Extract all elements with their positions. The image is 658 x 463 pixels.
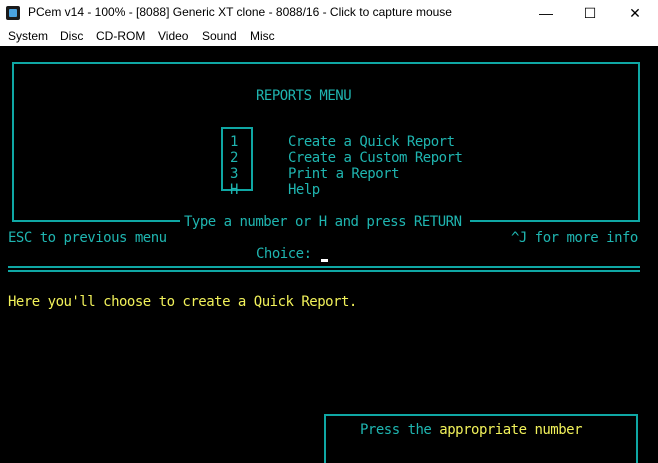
choice-label: Choice:: [256, 246, 312, 262]
separator-line-top: [8, 266, 640, 268]
esc-hint: ESC to previous menu: [8, 230, 167, 246]
menu-bar: System Disc CD-ROM Video Sound Misc: [0, 26, 658, 46]
minimize-button[interactable]: —: [524, 0, 568, 26]
footer-instruction: Type a number or H and press RETURN: [184, 214, 462, 230]
status-prompt-highlight: appropriate number: [439, 422, 583, 438]
status-prompt-lead: Press the: [360, 422, 440, 438]
separator-line-bottom: [8, 270, 640, 272]
option-key-3: 3: [230, 166, 238, 182]
close-button[interactable]: ✕: [613, 0, 657, 26]
status-prompt: Press the appropriate number: [360, 422, 583, 438]
option-print-report[interactable]: Print a Report: [288, 166, 400, 182]
menu-cd-rom[interactable]: CD-ROM: [96, 29, 145, 43]
menu-system[interactable]: System: [8, 29, 48, 43]
menu-video[interactable]: Video: [158, 29, 188, 43]
option-key-h: H: [230, 182, 238, 198]
menu-title: REPORTS MENU: [256, 88, 352, 104]
menu-sound[interactable]: Sound: [202, 29, 237, 43]
menu-misc[interactable]: Misc: [250, 29, 275, 43]
pcem-app-icon: [6, 6, 20, 20]
option-help[interactable]: Help: [288, 182, 320, 198]
menu-disc[interactable]: Disc: [60, 29, 83, 43]
option-create-custom-report[interactable]: Create a Custom Report: [288, 150, 463, 166]
help-message: Here you'll choose to create a Quick Rep…: [8, 294, 357, 310]
window-title: PCem v14 - 100% - [8088] Generic XT clon…: [28, 5, 452, 19]
option-create-quick-report[interactable]: Create a Quick Report: [288, 134, 455, 150]
option-key-2: 2: [230, 150, 238, 166]
title-bar: PCem v14 - 100% - [8088] Generic XT clon…: [0, 0, 658, 26]
text-cursor[interactable]: [321, 259, 328, 262]
info-hint: ^J for more info: [511, 230, 638, 246]
emulator-screen[interactable]: REPORTS MENU 1 2 3 H Create a Quick Repo…: [0, 46, 658, 463]
maximize-button[interactable]: ☐: [568, 0, 612, 26]
option-key-1: 1: [230, 134, 238, 150]
